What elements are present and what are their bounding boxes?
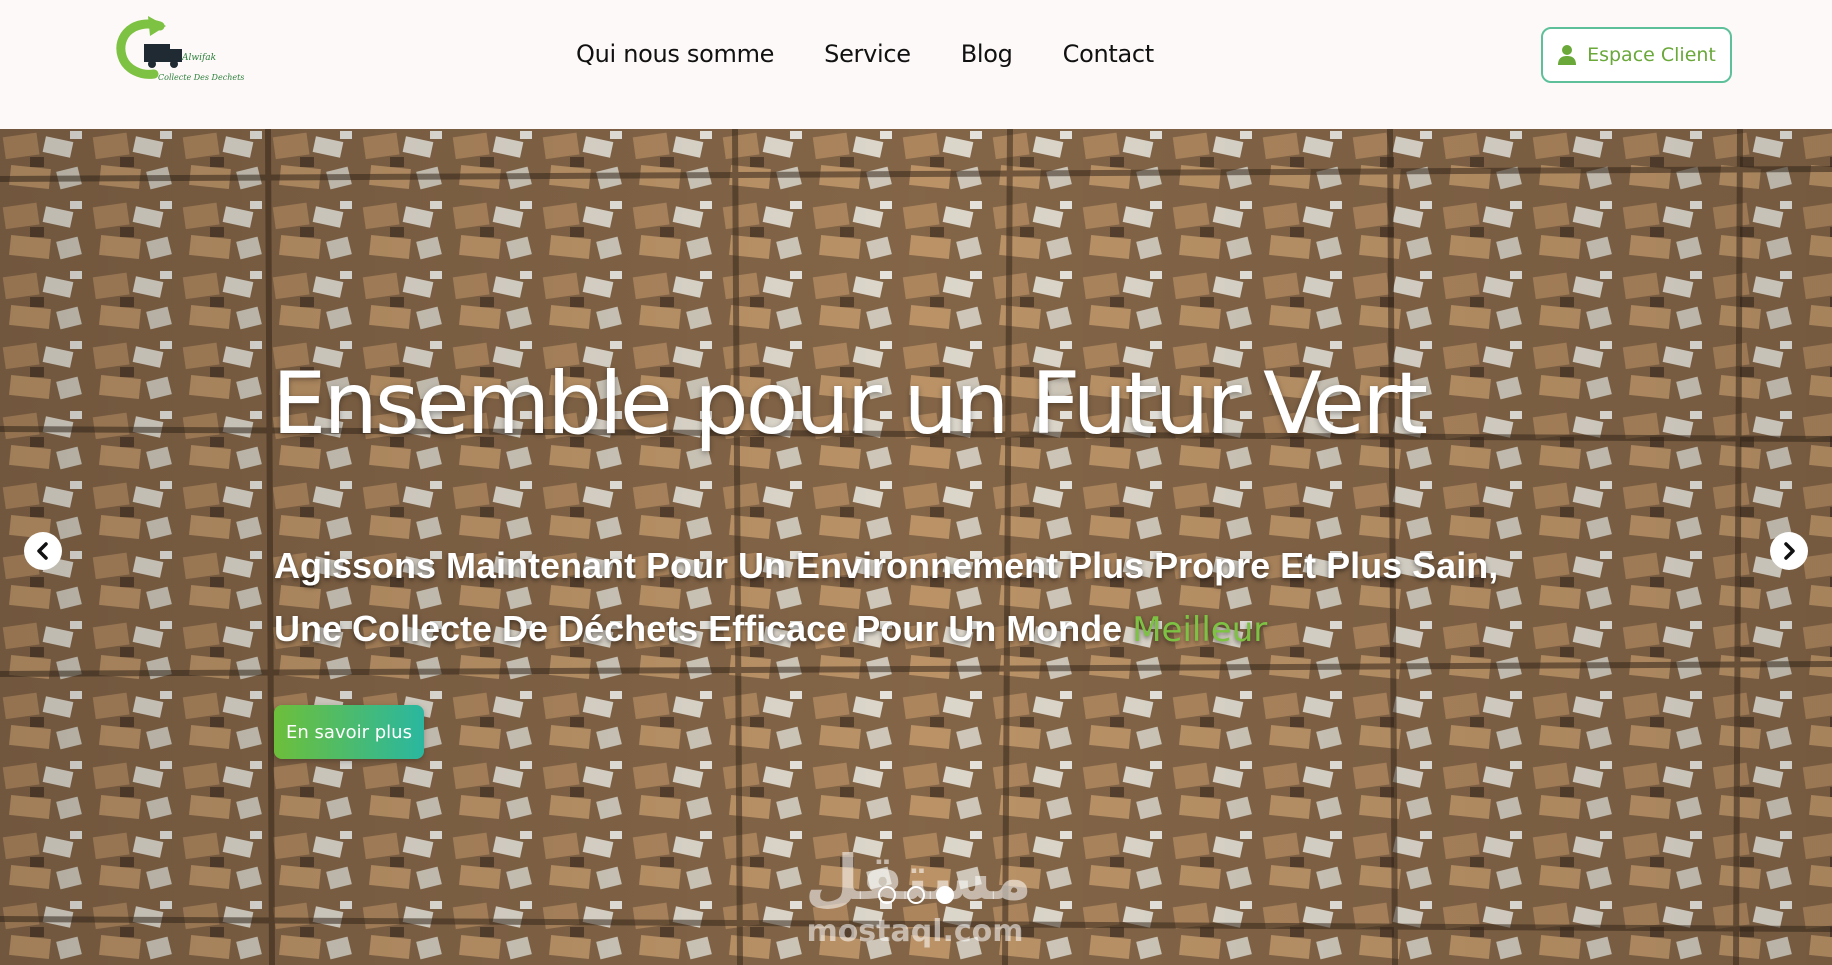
- main-nav: Qui nous somme Service Blog Contact: [576, 36, 1204, 72]
- hero-title: Ensemble pour un Futur Vert: [272, 354, 1428, 454]
- svg-text:Alwifak: Alwifak: [181, 53, 216, 63]
- learn-more-button[interactable]: En savoir plus: [274, 705, 424, 759]
- user-icon: [1558, 45, 1577, 65]
- chevron-right-icon: [1784, 542, 1795, 560]
- site-header: Alwifak Collecte Des Dechets Qui nous so…: [0, 0, 1832, 129]
- chevron-left-icon: [37, 542, 48, 560]
- slider-prev-button[interactable]: [24, 532, 62, 570]
- slider-dot-3[interactable]: [936, 886, 954, 904]
- svg-text:Collecte Des Dechets: Collecte Des Dechets: [158, 73, 244, 82]
- hero-subtitle-line2: Une Collecte De Déchets Efficace Pour Un…: [274, 608, 1123, 649]
- slider-dot-1[interactable]: [878, 886, 896, 904]
- nav-link-blog[interactable]: Blog: [961, 36, 1013, 72]
- hero-subtitle-accent: Meilleur: [1132, 610, 1268, 650]
- nav-link-contact[interactable]: Contact: [1063, 36, 1155, 72]
- company-logo[interactable]: Alwifak Collecte Des Dechets: [114, 14, 244, 86]
- hero-slider: Ensemble pour un Futur Vert Agissons Mai…: [0, 129, 1832, 965]
- hero-subtitle: Agissons Maintenant Pour Un Environnemen…: [274, 534, 1498, 662]
- nav-link-service[interactable]: Service: [824, 36, 911, 72]
- slider-dot-2[interactable]: [907, 886, 925, 904]
- espace-client-button[interactable]: Espace Client: [1541, 27, 1732, 83]
- espace-client-label: Espace Client: [1587, 44, 1716, 66]
- nav-link-about[interactable]: Qui nous somme: [576, 36, 774, 72]
- hero-subtitle-line1: Agissons Maintenant Pour Un Environnemen…: [274, 545, 1499, 586]
- slider-next-button[interactable]: [1770, 532, 1808, 570]
- slider-pagination: [878, 886, 954, 904]
